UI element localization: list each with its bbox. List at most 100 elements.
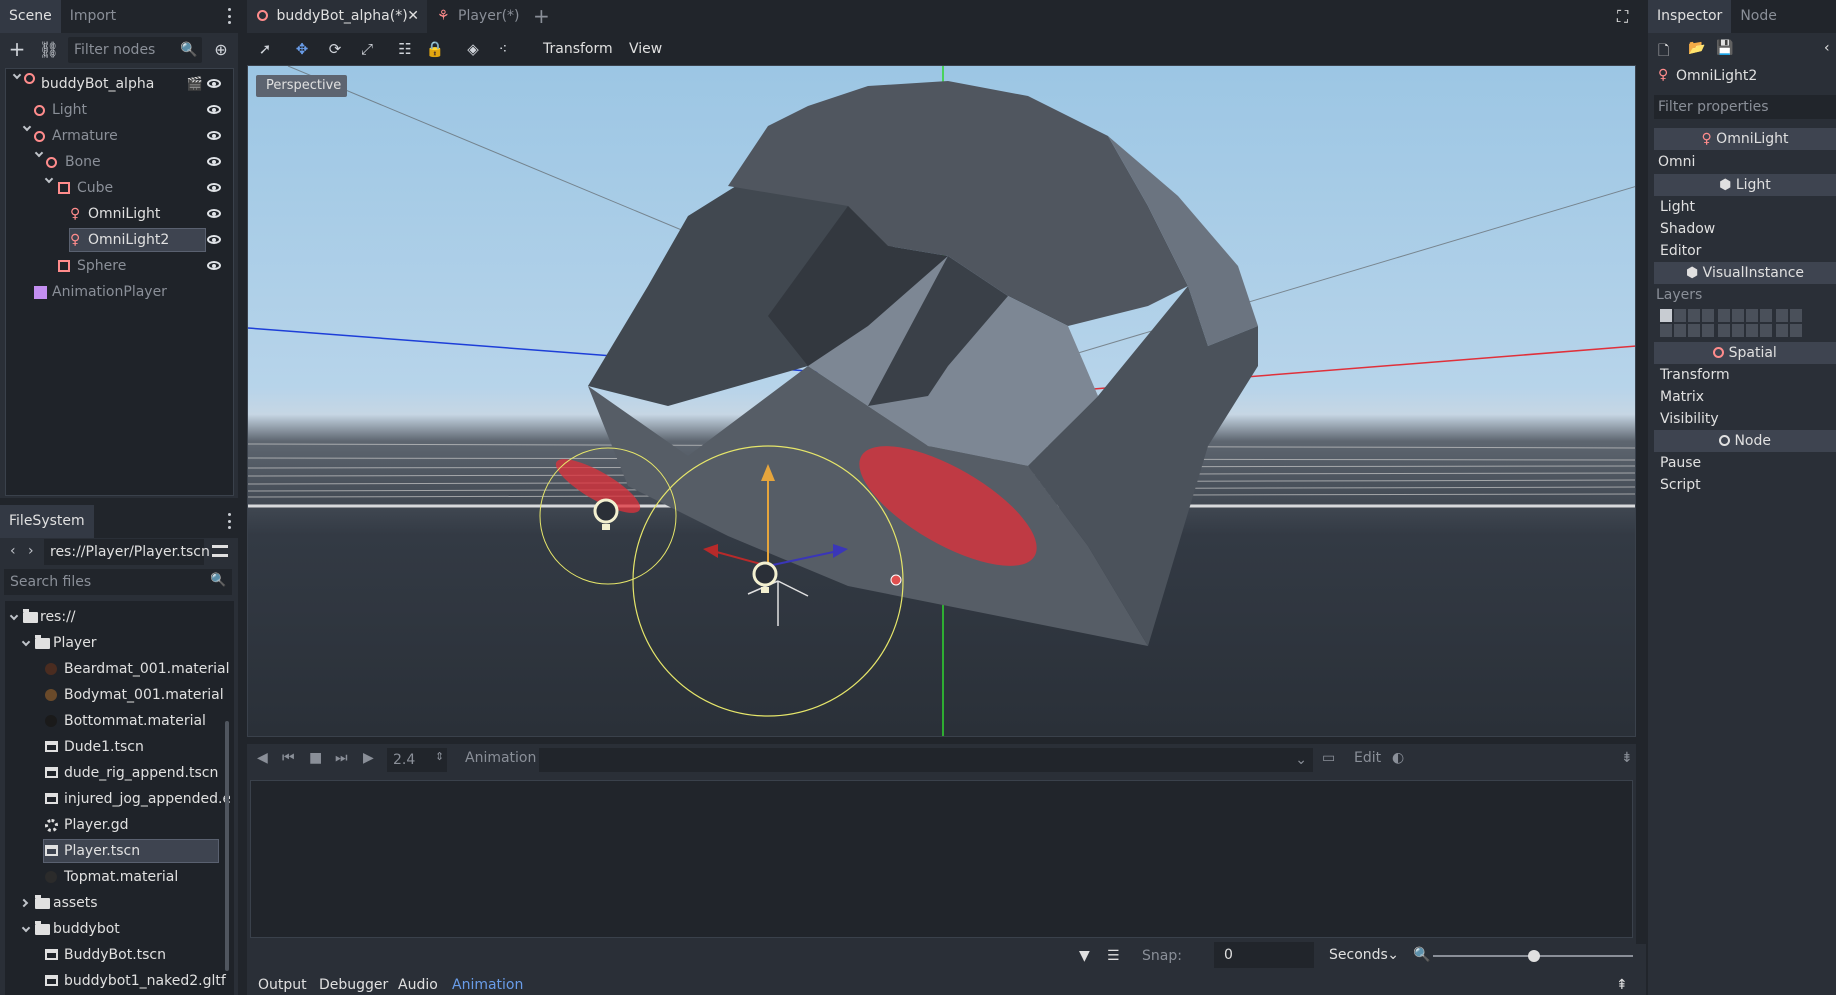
3d-viewport[interactable]: Perspective (247, 65, 1636, 737)
pin-icon[interactable]: ⇟ (1621, 750, 1633, 766)
prop-transform[interactable]: Transform (1660, 364, 1730, 386)
fs-path-input[interactable]: res://Player/Player.tscn (44, 539, 210, 565)
tree-node-armature[interactable]: Armature (6, 122, 233, 148)
perspective-menu[interactable]: Perspective (256, 75, 348, 97)
dock-menu-icon[interactable] (226, 8, 232, 24)
snap-icon[interactable]: ⁖ (493, 39, 513, 59)
section-light[interactable]: ⬢ Light (1654, 174, 1836, 196)
fs-item-buddybot-tscn[interactable]: BuddyBot.tscn (5, 943, 230, 967)
layers-grid[interactable] (1660, 309, 1820, 339)
visibility-eye-icon[interactable] (207, 235, 221, 244)
tree-node-animationplayer[interactable]: AnimationPlayer (6, 280, 233, 304)
edit-menu[interactable]: Edit (1354, 750, 1381, 766)
tree-node-cube[interactable]: Cube (6, 174, 233, 200)
visibility-eye-icon[interactable] (207, 183, 221, 192)
play-icon[interactable]: ▶ (363, 750, 374, 766)
play-from-start-icon[interactable]: ⏭ (335, 750, 348, 766)
collapse-arrow-icon[interactable] (21, 637, 31, 647)
fs-scrollbar[interactable] (225, 721, 229, 971)
snap-unit-select[interactable]: Seconds ⌄ (1319, 942, 1401, 968)
tab-inspector[interactable]: Inspector (1648, 0, 1732, 33)
fs-item-player-folder[interactable]: Player (5, 631, 230, 655)
section-node[interactable]: Node (1654, 430, 1836, 452)
tree-node-buddybot-alpha[interactable]: buddyBot_alpha 🎬 (6, 70, 233, 96)
menu-view[interactable]: View (629, 33, 662, 65)
fs-item-buddybot-folder[interactable]: buddybot (5, 917, 230, 941)
split-mode-icon[interactable] (212, 545, 228, 557)
animation-menu-icon[interactable]: ▭ (1322, 750, 1335, 766)
fs-item-res[interactable]: res:// (5, 605, 230, 629)
prop-visibility[interactable]: Visibility (1660, 408, 1719, 430)
collapse-arrow-icon[interactable] (34, 148, 44, 158)
scale-tool-icon[interactable]: ⤢ (357, 39, 377, 59)
visibility-eye-icon[interactable] (207, 131, 221, 140)
tab-import[interactable]: Import (61, 0, 125, 33)
forward-arrow-icon[interactable]: › (28, 543, 34, 559)
play-backwards-icon[interactable]: ◀ (257, 750, 268, 766)
new-resource-icon[interactable]: 🗋 (1658, 40, 1669, 64)
inspected-node-name[interactable]: OmniLight2 (1676, 68, 1757, 84)
tree-node-sphere[interactable]: Sphere (6, 254, 233, 278)
fullscreen-icon[interactable]: ⛶ (1617, 7, 1628, 27)
zoom-slider[interactable] (1433, 950, 1633, 962)
fs-item-injured-jog[interactable]: injured_jog_appended.e (5, 787, 230, 811)
onion-skin-icon[interactable]: ◐ (1392, 750, 1404, 766)
fs-item-bottommat[interactable]: Bottommat.material (5, 709, 230, 733)
expand-arrow-icon[interactable] (19, 898, 29, 908)
visibility-eye-icon[interactable] (207, 105, 221, 114)
tab-filesystem[interactable]: FileSystem (0, 505, 94, 538)
tree-node-bone[interactable]: Bone (6, 148, 233, 174)
close-icon[interactable]: ✕ (407, 0, 419, 33)
section-visualinstance[interactable]: ⬢ VisualInstance (1654, 262, 1836, 284)
stop-icon[interactable]: ■ (309, 750, 322, 766)
collapse-arrow-icon[interactable] (12, 70, 22, 80)
prop-script[interactable]: Script (1660, 474, 1701, 496)
tab-audio[interactable]: Audio (398, 977, 438, 993)
prop-pause[interactable]: Pause (1660, 452, 1701, 474)
tab-buddybot-alpha[interactable]: buddyBot_alpha(*) ✕ (247, 0, 427, 33)
pin-panel-icon[interactable]: ⇞ (1616, 977, 1628, 993)
list-select-icon[interactable]: ☷ (395, 39, 415, 59)
add-node-icon[interactable]: + (6, 37, 28, 61)
collapse-arrow-icon[interactable] (21, 923, 31, 933)
move-tool-icon[interactable]: ✥ (292, 39, 312, 59)
fs-item-player-tscn[interactable]: Player.tscn (5, 839, 230, 863)
visibility-eye-icon[interactable] (207, 157, 221, 166)
visibility-eye-icon[interactable] (207, 261, 221, 270)
dock-menu-icon[interactable] (226, 513, 232, 529)
tree-node-omnilight2[interactable]: ♀ OmniLight2 (6, 228, 233, 252)
fs-item-topmat[interactable]: Topmat.material (5, 865, 230, 889)
visibility-eye-icon[interactable] (207, 209, 221, 218)
rotate-tool-icon[interactable]: ⟳ (325, 39, 345, 59)
prop-editor[interactable]: Editor (1660, 240, 1701, 262)
collapse-arrow-icon[interactable] (9, 611, 19, 621)
play-backwards-from-end-icon[interactable]: ⏮ (282, 750, 295, 766)
tab-animation[interactable]: Animation (452, 977, 523, 993)
prop-matrix[interactable]: Matrix (1660, 386, 1704, 408)
fs-item-assets[interactable]: assets (5, 891, 230, 915)
tab-output[interactable]: Output (258, 977, 307, 993)
add-tab-icon[interactable]: + (533, 4, 550, 28)
fs-item-beardmat[interactable]: Beardmat_001.material (5, 657, 230, 681)
back-arrow-icon[interactable]: ‹ (10, 543, 16, 559)
section-omnilight[interactable]: ♀ OmniLight (1654, 128, 1836, 150)
local-space-icon[interactable]: ◈ (463, 39, 483, 59)
zoom-slider-handle[interactable] (1528, 950, 1540, 962)
prop-light[interactable]: Light (1660, 196, 1695, 218)
collapse-arrow-icon[interactable] (44, 174, 54, 184)
filter-properties-input[interactable]: Filter properties (1654, 95, 1836, 119)
lock-icon[interactable]: 🔒 (425, 39, 445, 59)
tree-node-light[interactable]: Light (6, 98, 233, 122)
search-files-input[interactable]: Search files (4, 569, 232, 595)
save-icon[interactable]: 💾 (1716, 40, 1733, 56)
animation-track-area[interactable] (250, 780, 1633, 938)
tab-node[interactable]: Node (1731, 0, 1786, 33)
tab-player[interactable]: ⚘ Player(*) (427, 0, 547, 33)
fs-item-buddybot-gltf[interactable]: buddybot1_naked2.gltf (5, 969, 230, 993)
collapse-arrow-icon[interactable] (22, 122, 32, 132)
spinbox-arrows-icon[interactable]: ⇕ (435, 750, 444, 763)
history-back-icon[interactable]: ‹ (1824, 40, 1830, 56)
filter-icon[interactable]: ▼ (1079, 948, 1090, 964)
link-icon[interactable]: ⛓ (38, 38, 60, 60)
track-list-icon[interactable]: ☰ (1107, 948, 1120, 964)
